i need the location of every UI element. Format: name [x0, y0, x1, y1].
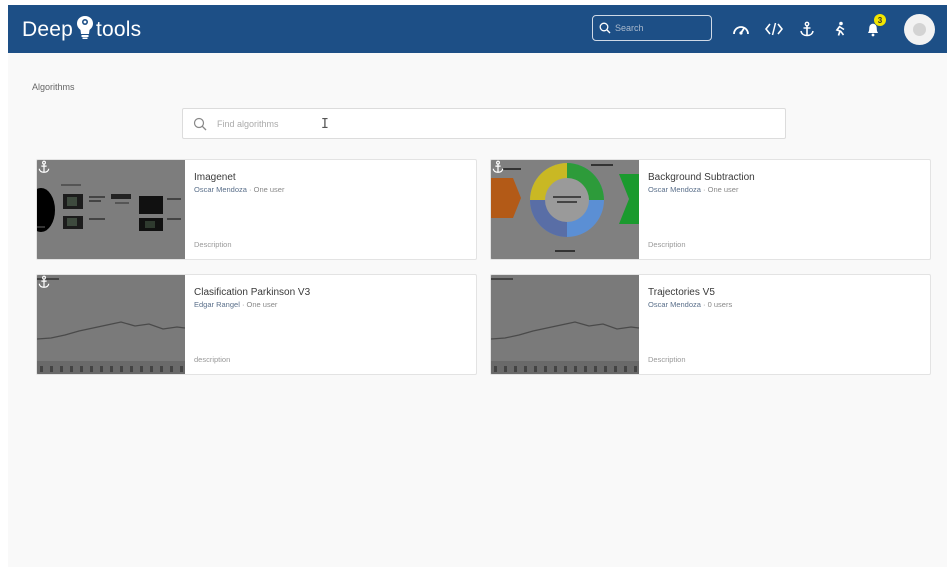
page-title: Algorithms — [32, 82, 75, 92]
algorithm-author: Oscar Mendoza — [648, 185, 701, 194]
code-icon — [765, 22, 783, 36]
algorithm-title[interactable]: Imagenet — [194, 172, 236, 183]
user-avatar[interactable] — [904, 14, 935, 45]
algorithm-thumbnail — [37, 275, 185, 374]
header-search[interactable] — [592, 15, 712, 41]
network-diagram-thumbnail — [37, 160, 185, 259]
algorithm-card[interactable]: Imagenet Oscar Mendoza · One user Descri… — [36, 159, 477, 260]
algorithm-description: Description — [648, 355, 686, 364]
robot-button[interactable] — [827, 17, 853, 41]
algorithm-author: Oscar Mendoza — [648, 300, 701, 309]
lightbulb-icon — [77, 16, 94, 39]
search-icon — [193, 117, 207, 130]
meta-separator: · — [239, 300, 247, 309]
algorithm-description: Description — [648, 240, 686, 249]
meta-separator: · — [700, 185, 708, 194]
app-viewport: Deep tools Search 3 Algorithms Find algo… — [8, 5, 947, 567]
algorithm-card[interactable]: Trajectories V5 Oscar Mendoza · 0 users … — [490, 274, 931, 375]
algorithm-meta: Edgar Rangel · One user — [194, 300, 277, 309]
algorithm-author: Oscar Mendoza — [194, 185, 247, 194]
algorithm-users: One user — [253, 185, 285, 194]
algorithm-author: Edgar Rangel — [194, 300, 240, 309]
algorithm-thumbnail — [37, 160, 185, 259]
anchor-button[interactable] — [794, 17, 820, 41]
meta-separator: · — [246, 185, 254, 194]
algorithm-card[interactable]: Clasification Parkinson V3 Edgar Rangel … — [36, 274, 477, 375]
robot-icon — [835, 21, 845, 36]
header-search-input[interactable] — [615, 23, 695, 33]
dashboard-icon — [733, 26, 749, 35]
avatar-placeholder-icon — [913, 23, 926, 36]
header-icon-bar: 3 — [728, 14, 893, 41]
algorithm-card[interactable]: Background Subtraction Oscar Mendoza · O… — [490, 159, 931, 260]
search-icon — [599, 22, 611, 34]
code-button[interactable] — [761, 17, 787, 41]
app-logo[interactable]: Deep tools — [22, 15, 141, 45]
line-plot-thumbnail — [491, 275, 639, 374]
algorithm-users: One user — [246, 300, 278, 309]
algorithm-thumbnail — [491, 160, 639, 259]
algorithm-description: description — [194, 355, 231, 364]
algorithm-meta: Oscar Mendoza · 0 users — [648, 300, 732, 309]
donut-diagram-thumbnail — [491, 160, 639, 259]
anchor-icon — [38, 160, 50, 173]
logo-text-right: tools — [96, 18, 142, 41]
find-algorithms-search[interactable]: I — [182, 108, 786, 139]
text-cursor-icon: I — [321, 117, 329, 132]
meta-separator: · — [700, 300, 708, 309]
algorithm-meta: Oscar Mendoza · One user — [194, 185, 284, 194]
logo-text-left: Deep — [22, 18, 74, 41]
algorithm-thumbnail — [491, 275, 639, 374]
notifications-button[interactable]: 3 — [860, 14, 886, 41]
algorithm-description: Description — [194, 240, 232, 249]
anchor-icon — [800, 21, 814, 37]
line-plot-thumbnail — [37, 275, 185, 374]
anchor-icon — [38, 275, 50, 288]
algorithm-meta: Oscar Mendoza · One user — [648, 185, 738, 194]
dashboard-button[interactable] — [728, 17, 754, 41]
algorithm-title[interactable]: Trajectories V5 — [648, 287, 715, 298]
top-navbar: Deep tools Search 3 — [8, 5, 947, 53]
anchor-icon — [492, 160, 504, 173]
find-algorithms-input[interactable] — [217, 118, 737, 129]
algorithm-users: 0 users — [707, 300, 733, 309]
algorithm-users: One user — [707, 185, 739, 194]
notification-badge: 3 — [874, 14, 886, 26]
algorithm-title[interactable]: Background Subtraction — [648, 172, 755, 183]
algorithm-title[interactable]: Clasification Parkinson V3 — [194, 287, 310, 298]
